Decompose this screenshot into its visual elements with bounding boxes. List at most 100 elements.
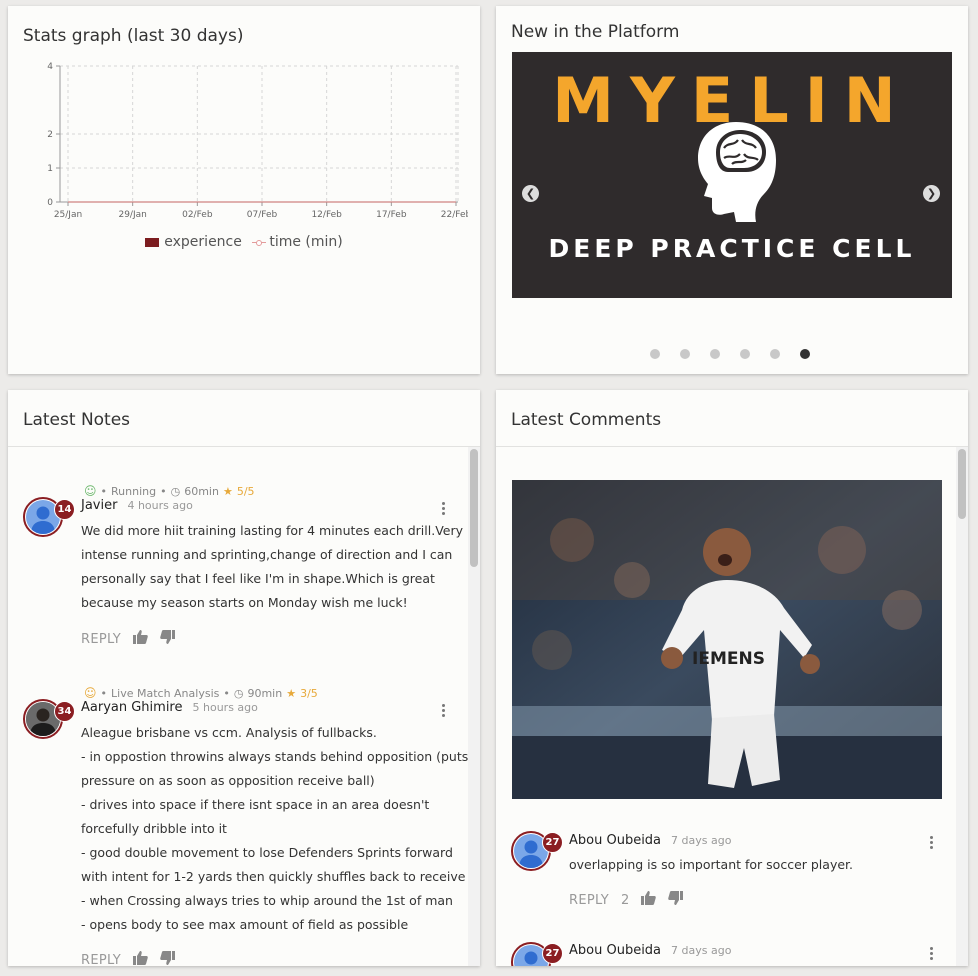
note-category: Running [111, 484, 157, 498]
comments-divider [496, 446, 968, 447]
carousel-dot-1[interactable] [650, 349, 660, 359]
platform-card: New in the Platform MYELIN DEEP PRACTICE… [496, 6, 968, 374]
note-time: 4 hours ago [127, 499, 193, 512]
thumbs-down-icon[interactable] [668, 891, 684, 909]
level-badge: 27 [542, 832, 563, 853]
notes-scroll-thumb[interactable] [470, 449, 478, 567]
star-icon: ★ [222, 484, 233, 498]
legend-time[interactable]: time (min) [252, 234, 343, 250]
comment-time: 7 days ago [671, 944, 732, 957]
comment-author[interactable]: Abou Oubeida 7 days ago [569, 833, 731, 848]
carousel-dot-5[interactable] [770, 349, 780, 359]
reply-button[interactable]: REPLY [569, 893, 609, 908]
note-author[interactable]: Javier 4 hours ago [81, 498, 193, 513]
x-tick-label: 17/Feb [376, 210, 407, 220]
carousel-dot-2[interactable] [680, 349, 690, 359]
x-tick-label: 02/Feb [182, 210, 213, 220]
note-meta: ☺ • Live Match Analysis • ◷ 90min ★ 3/5 [84, 686, 318, 700]
like-count: 2 [621, 892, 630, 908]
note-actions: REPLY [81, 951, 176, 967]
stats-card: Stats graph (last 30 days) 0 1 2 4 25/Jan 29/… [8, 6, 480, 374]
star-icon: ★ [286, 686, 297, 700]
x-tick-label: 25/Jan [54, 210, 82, 220]
stats-chart: 0 1 2 4 25/Jan 29/Jan 02/Feb 07/Feb 12/Feb 17/Feb… [47, 62, 468, 220]
chevron-right-icon: ❯ [926, 187, 937, 200]
thumbs-down-icon[interactable] [160, 951, 176, 966]
y-tick-label: 2 [47, 130, 53, 140]
legend-experience-label: experience [164, 234, 242, 250]
banner-subline: DEEP PRACTICE CELL [548, 234, 916, 263]
author-name: Aaryan Ghimire [81, 700, 183, 715]
note-actions: REPLY [81, 630, 176, 648]
carousel-dot-6[interactable] [800, 349, 810, 359]
notes-divider [8, 446, 480, 447]
y-tick-label: 1 [47, 164, 53, 174]
comments-card: Latest Comments IEMENS 27 Abou Oubeida 7… [496, 390, 968, 966]
notes-card: Latest Notes ☺ • Running • ◷ 60min ★ 5/5… [8, 390, 480, 966]
author-name: Javier [81, 498, 118, 513]
clock-icon: ◷ [233, 686, 244, 700]
more-options-icon[interactable] [442, 502, 446, 515]
note-meta: ☺ • Running • ◷ 60min ★ 5/5 [84, 484, 255, 498]
platform-title: New in the Platform [511, 22, 680, 42]
myelin-banner[interactable]: MYELIN DEEP PRACTICE CELL ❮ ❯ [512, 52, 952, 298]
level-badge: 34 [54, 701, 75, 722]
comments-scrollbar[interactable] [956, 447, 968, 966]
notes-title: Latest Notes [23, 410, 131, 430]
thumbs-down-icon[interactable] [160, 630, 176, 648]
note-category: Live Match Analysis [111, 686, 220, 700]
notes-scrollbar[interactable] [468, 447, 480, 966]
reply-button[interactable]: REPLY [81, 632, 121, 647]
author-name: Abou Oubeida [569, 833, 662, 848]
smile-icon: ☺ [84, 686, 97, 700]
level-badge: 14 [54, 499, 75, 520]
legend-experience-swatch [145, 237, 160, 247]
comments-title: Latest Comments [511, 410, 662, 430]
note-author[interactable]: Aaryan Ghimire 5 hours ago [81, 700, 258, 715]
brain-head-icon [698, 122, 776, 222]
more-options-icon[interactable] [930, 947, 934, 960]
comment-time: 7 days ago [671, 834, 732, 847]
x-tick-label: 07/Feb [247, 210, 278, 220]
legend-experience[interactable]: experience [145, 234, 242, 250]
note-body: We did more hiit training lasting for 4 … [81, 523, 464, 610]
comment-photo[interactable]: IEMENS [512, 480, 942, 799]
carousel-next-button[interactable]: ❯ [923, 185, 940, 202]
thumbs-up-icon[interactable] [641, 891, 657, 909]
comment-body: overlapping is so important for soccer p… [569, 857, 853, 872]
carousel-dot-3[interactable] [710, 349, 720, 359]
chevron-left-icon: ❮ [525, 187, 536, 200]
carousel-dots [650, 349, 810, 359]
y-tick-label: 0 [47, 198, 53, 208]
more-options-icon[interactable] [930, 836, 934, 849]
note-body: Aleague brisbane vs ccm. Analysis of ful… [81, 725, 469, 932]
level-badge: 27 [542, 943, 563, 964]
carousel-prev-button[interactable]: ❮ [522, 185, 539, 202]
clock-icon: ◷ [170, 484, 181, 498]
reply-button[interactable]: REPLY [81, 953, 121, 967]
smile-icon: ☺ [84, 484, 97, 498]
chart-legend: experience time (min) [8, 234, 480, 251]
thumbs-up-icon[interactable] [133, 630, 148, 648]
svg-text:IEMENS: IEMENS [692, 649, 765, 669]
legend-time-label: time (min) [269, 234, 343, 250]
x-tick-label: 12/Feb [311, 210, 342, 220]
carousel-dot-4[interactable] [740, 349, 750, 359]
note-rating: 3/5 [300, 686, 318, 700]
comments-scroll-thumb[interactable] [958, 449, 966, 519]
legend-time-swatch [252, 238, 267, 247]
comment-actions: REPLY 2 [569, 891, 684, 909]
note-time: 5 hours ago [192, 701, 258, 714]
comment-author[interactable]: Abou Oubeida 7 days ago [569, 943, 731, 958]
stats-title: Stats graph (last 30 days) [23, 26, 244, 46]
note-rating: 5/5 [236, 484, 255, 498]
player-photo: IEMENS [512, 480, 942, 799]
note-duration: 60min [184, 484, 219, 498]
author-name: Abou Oubeida [569, 943, 662, 958]
note-duration: 90min [247, 686, 283, 700]
more-options-icon[interactable] [442, 704, 446, 717]
x-tick-label: 29/Jan [118, 210, 146, 220]
thumbs-up-icon[interactable] [133, 951, 148, 966]
y-tick-label: 4 [47, 62, 53, 72]
x-tick-label: 22/Feb [441, 210, 468, 220]
